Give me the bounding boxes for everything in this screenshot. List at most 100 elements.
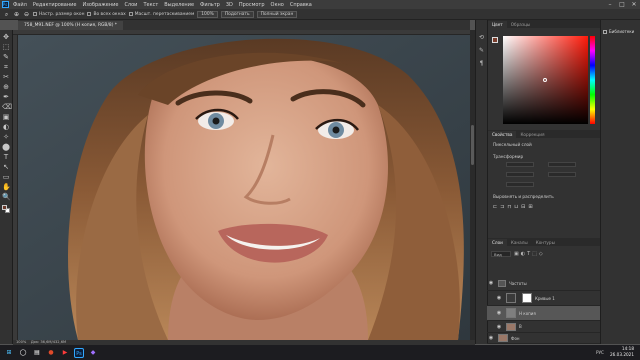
- menu-item-image[interactable]: Изображение: [79, 2, 121, 8]
- rectangle-tool-icon[interactable]: ▭: [2, 173, 10, 181]
- dodge-tool-icon[interactable]: ◐: [2, 123, 10, 131]
- keyboard-layout-indicator[interactable]: РУС: [596, 350, 604, 355]
- fill-screen-button[interactable]: Полный экран: [256, 10, 298, 18]
- eyedropper-tool-icon[interactable]: ✂: [2, 73, 10, 81]
- color-swatches[interactable]: [2, 205, 10, 214]
- minimize-button[interactable]: –: [604, 0, 616, 9]
- layer-name: Частоты: [509, 280, 527, 286]
- tab-color[interactable]: Цвет: [488, 21, 507, 28]
- paragraph-icon[interactable]: ¶: [480, 60, 484, 67]
- menu-item-3d[interactable]: 3D: [223, 2, 236, 8]
- layer-filter-icons[interactable]: ▣◐T⬚◇: [514, 251, 545, 257]
- zoom-icon[interactable]: ⌕: [3, 11, 10, 18]
- blur-tool-icon[interactable]: ✧: [2, 133, 10, 141]
- menu-item-file[interactable]: Файл: [10, 2, 30, 8]
- move-tool-icon[interactable]: ✥: [2, 33, 10, 41]
- tab-layers[interactable]: Слои: [488, 239, 507, 246]
- path-selection-tool-icon[interactable]: ↖: [2, 163, 10, 171]
- taskbar-clock[interactable]: 14:18 26.03.2021: [610, 346, 634, 358]
- zoom-in-icon[interactable]: ⊕: [13, 11, 20, 18]
- eye-icon[interactable]: ◉: [487, 335, 495, 341]
- color-panel-foreground-swatch[interactable]: [492, 37, 498, 43]
- tab-paths[interactable]: Контуры: [532, 239, 559, 246]
- tab-properties[interactable]: Свойства: [488, 131, 517, 138]
- brush-settings-icon[interactable]: ✎: [479, 47, 484, 54]
- layer-name: Кривые 1: [535, 295, 555, 301]
- width-field[interactable]: [506, 162, 534, 167]
- align-icons[interactable]: ⊏⊐⊓⊔⊟⊞: [488, 204, 601, 210]
- folder-icon: [498, 279, 506, 287]
- eye-icon[interactable]: ◉: [495, 324, 503, 330]
- clock-date: 26.03.2021: [610, 352, 634, 357]
- document-canvas[interactable]: [18, 35, 470, 340]
- start-menu-icon[interactable]: ⊞: [4, 348, 14, 358]
- menu-item-select[interactable]: Выделение: [161, 2, 197, 8]
- document-tabs: 758_M91.NEF @ 100% (Н копия, RGB/8) *: [18, 20, 470, 30]
- scrollbar-thumb[interactable]: [471, 125, 474, 165]
- pen-tool-icon[interactable]: ⬤: [2, 143, 10, 151]
- hue-slider[interactable]: [590, 36, 595, 124]
- x-field[interactable]: [506, 172, 534, 177]
- eye-icon[interactable]: ◉: [495, 310, 503, 316]
- zoom-100-button[interactable]: 100%: [197, 10, 218, 18]
- layer-filter-select[interactable]: Вид: [491, 251, 511, 257]
- document-tab[interactable]: 758_M91.NEF @ 100% (Н копия, RGB/8) *: [18, 21, 124, 30]
- menu-item-edit[interactable]: Редактирование: [30, 2, 80, 8]
- video-app-icon[interactable]: ▶: [60, 348, 70, 358]
- layer-row[interactable]: ◉ Фон: [487, 333, 600, 344]
- browser-icon[interactable]: ●: [46, 348, 56, 358]
- zoom-out-icon[interactable]: ⊖: [23, 11, 30, 18]
- menu-item-view[interactable]: Просмотр: [236, 2, 268, 8]
- eye-icon[interactable]: ◉: [487, 280, 495, 286]
- menu-item-filter[interactable]: Фильтр: [197, 2, 223, 8]
- zoom-status[interactable]: 100%: [16, 340, 26, 344]
- menu-item-window[interactable]: Окно: [268, 2, 287, 8]
- close-button[interactable]: ✕: [628, 0, 640, 9]
- hand-tool-icon[interactable]: ✋: [2, 183, 11, 191]
- eye-icon[interactable]: ◉: [495, 295, 503, 301]
- layer-name: Фон: [511, 335, 520, 341]
- layer-name: Н копия: [519, 310, 536, 316]
- properties-panel: Свойства Коррекция Пиксельный слой Транс…: [487, 130, 600, 238]
- scrubby-zoom-checkbox[interactable]: Масшт. перетаскиванием: [128, 12, 194, 17]
- eraser-tool-icon[interactable]: ⌫: [2, 103, 12, 111]
- history-icon[interactable]: ⟲: [479, 34, 484, 41]
- layer-row[interactable]: ◉ В: [487, 321, 600, 333]
- all-windows-checkbox[interactable]: Во всех окнах: [87, 12, 126, 17]
- tab-channels[interactable]: Каналы: [507, 239, 532, 246]
- crop-tool-icon[interactable]: ⌗: [2, 63, 10, 71]
- menu-item-help[interactable]: Справка: [287, 2, 315, 8]
- tab-swatches[interactable]: Образцы: [507, 21, 535, 28]
- photoshop-taskbar-icon[interactable]: Ps: [74, 347, 84, 358]
- foreground-color-swatch[interactable]: [2, 205, 7, 210]
- menu-item-type[interactable]: Текст: [140, 2, 161, 8]
- task-view-icon[interactable]: ▤: [32, 348, 42, 358]
- maximize-button[interactable]: □: [616, 0, 628, 9]
- transform-section-label: Трансформир: [493, 154, 524, 159]
- fit-screen-button[interactable]: Подогнать: [220, 10, 254, 18]
- resize-windows-checkbox[interactable]: Настр. размер окон: [33, 12, 84, 17]
- lasso-tool-icon[interactable]: ✎: [2, 53, 10, 61]
- portrait-image: [18, 35, 470, 340]
- app-icon[interactable]: ◆: [88, 348, 98, 358]
- brush-tool-icon[interactable]: ✒: [2, 93, 10, 101]
- color-picker-cursor[interactable]: [543, 78, 547, 82]
- type-tool-icon[interactable]: T: [2, 153, 10, 161]
- healing-brush-tool-icon[interactable]: ⊕: [2, 83, 10, 91]
- libraries-tab[interactable]: Библиотеки: [603, 29, 634, 34]
- search-icon[interactable]: ◯: [18, 348, 28, 358]
- layer-row-selected[interactable]: ◉ Н копия: [487, 306, 600, 321]
- marquee-tool-icon[interactable]: ⬚: [2, 43, 10, 51]
- angle-field[interactable]: [506, 182, 534, 187]
- doc-size-status[interactable]: Док: 36,6М/432,6М: [31, 340, 66, 344]
- layer-row[interactable]: ◉ Частоты: [487, 276, 600, 291]
- zoom-tool-icon[interactable]: 🔍: [2, 193, 11, 201]
- menu-item-layers[interactable]: Слои: [121, 2, 140, 8]
- layer-row[interactable]: ◉ Кривые 1: [487, 291, 600, 306]
- options-bar: ⌕ ⊕ ⊖ Настр. размер окон Во всех окнах М…: [0, 9, 640, 20]
- curves-adjustment-icon: [506, 293, 516, 303]
- gradient-tool-icon[interactable]: ▣: [2, 113, 10, 121]
- y-field[interactable]: [548, 172, 576, 177]
- tab-adjustments[interactable]: Коррекция: [516, 131, 548, 138]
- height-field[interactable]: [548, 162, 576, 167]
